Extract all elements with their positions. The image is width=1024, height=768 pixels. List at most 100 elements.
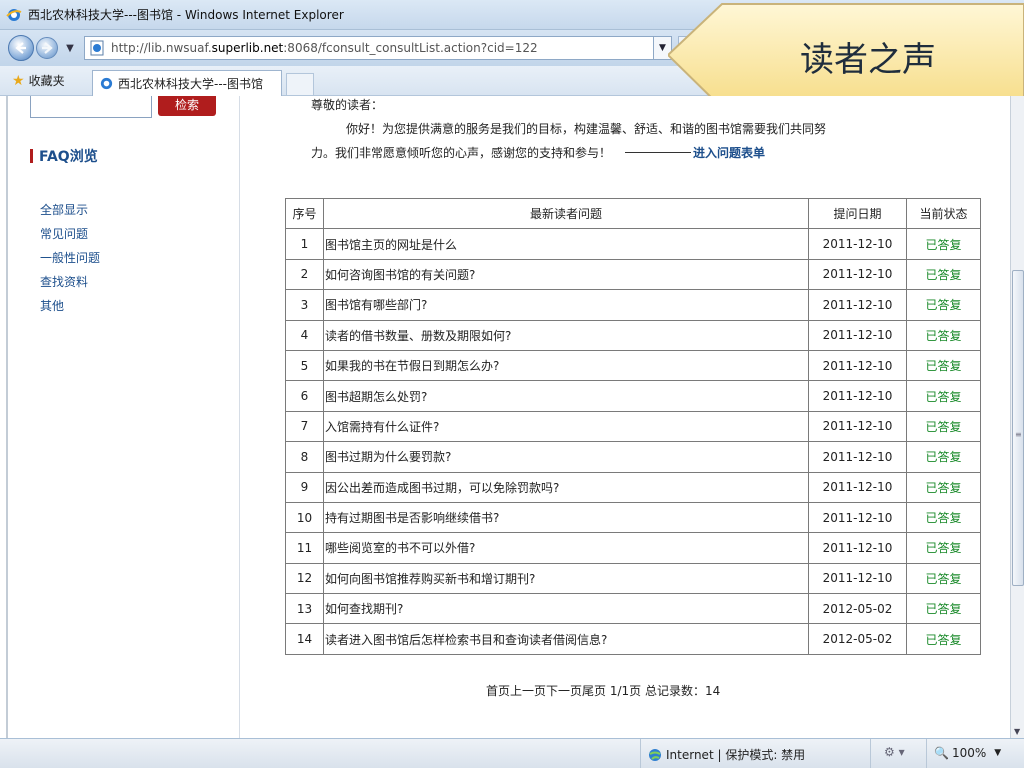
scrollbar-grip-icon: ≡ (1015, 430, 1022, 439)
callout-text: 读者之声 (800, 40, 936, 80)
question-link[interactable]: 读者的借书数量、册数及期限如何? (323, 319, 809, 351)
forward-arrow-icon (42, 42, 53, 54)
table-row: 10 持有过期图书是否影响继续借书? 2011-12-10 已答复 (285, 501, 981, 534)
vertical-scrollbar[interactable]: ≡ ▼ (1010, 96, 1024, 738)
question-link[interactable]: 图书馆主页的网址是什么 (323, 228, 809, 260)
question-link[interactable]: 图书馆有哪些部门? (323, 289, 809, 321)
address-suffix: :8068/fconsult_consultList.action?cid=12… (283, 41, 538, 55)
table-row: 13 如何查找期刊? 2012-05-02 已答复 (285, 593, 981, 625)
header-status: 当前状态 (906, 197, 981, 230)
search-input[interactable] (30, 96, 152, 118)
status-divider (640, 739, 641, 768)
row-number: 2 (285, 258, 324, 291)
status-badge: 已答复 (906, 441, 981, 473)
question-link[interactable]: 持有过期图书是否影响继续借书? (323, 501, 809, 534)
row-number: 4 (285, 319, 324, 351)
address-host: superlib.net (211, 41, 284, 55)
row-number: 1 (285, 228, 324, 260)
zoom-dropdown-icon: ▼ (994, 748, 1002, 758)
question-date: 2011-12-10 (808, 410, 907, 443)
security-zone[interactable]: Internet | 保护模式: 禁用 (648, 746, 805, 763)
question-link[interactable]: 图书超期怎么处罚? (323, 380, 809, 412)
window-title: 西北农林科技大学---图书馆 - Windows Internet Explor… (28, 8, 344, 22)
protected-mode-icon[interactable]: ⚙ ▾ (884, 745, 905, 759)
tab-library[interactable]: 西北农林科技大学---图书馆 (92, 69, 282, 96)
favorites-label: 收藏夹 (28, 74, 65, 88)
forward-button[interactable] (36, 37, 58, 59)
row-number: 6 (285, 380, 324, 412)
row-number: 12 (285, 562, 324, 595)
sidebar-edge (6, 96, 8, 738)
table-row: 2 如何咨询图书馆的有关问题? 2011-12-10 已答复 (285, 258, 981, 291)
category-all[interactable]: 全部显示 (40, 198, 100, 222)
question-link[interactable]: 如何查找期刊? (323, 593, 809, 625)
row-number: 3 (285, 289, 324, 321)
row-number: 5 (285, 349, 324, 382)
question-link[interactable]: 如果我的书在节假日到期怎么办? (323, 349, 809, 382)
table-body: 1 图书馆主页的网址是什么 2011-12-10 已答复 2 如何咨询图书馆的有关问题? 2… (285, 228, 981, 655)
table-row: 1 图书馆主页的网址是什么 2011-12-10 已答复 (285, 228, 981, 260)
status-badge: 已答复 (906, 319, 981, 351)
intro-line-2-text: 力。我们非常愿意倾听您的心声，感谢您的支持和参与！ (311, 146, 612, 160)
scrollbar-thumb[interactable] (1012, 270, 1024, 586)
question-date: 2011-12-10 (808, 471, 907, 503)
status-badge: 已答复 (906, 501, 981, 534)
ie-logo-icon (6, 8, 22, 21)
history-dropdown-icon[interactable]: ▼ (64, 43, 76, 54)
table-row: 8 图书过期为什么要罚款? 2011-12-10 已答复 (285, 441, 981, 473)
favorites-button[interactable]: ★ 收藏夹 (12, 72, 92, 89)
enter-question-form-link[interactable]: 进入问题表单 (693, 144, 765, 161)
question-date: 2011-12-10 (808, 258, 907, 291)
category-general[interactable]: 一般性问题 (40, 246, 100, 270)
table-row: 11 哪些阅览室的书不可以外借? 2011-12-10 已答复 (285, 532, 981, 564)
category-find-materials[interactable]: 查找资料 (40, 270, 100, 294)
ie-tab-icon (100, 77, 113, 89)
back-button[interactable] (8, 35, 34, 61)
status-divider (926, 739, 927, 768)
question-link[interactable]: 哪些阅览室的书不可以外借? (323, 532, 809, 564)
greeting-text: 尊敬的读者： (311, 98, 384, 112)
question-date: 2012-05-02 (808, 623, 907, 655)
question-date: 2011-12-10 (808, 349, 907, 382)
page-icon (90, 40, 104, 56)
header-no: 序号 (285, 197, 324, 230)
table-row: 7 入馆需持有什么证件? 2011-12-10 已答复 (285, 410, 981, 443)
address-bar[interactable]: http://lib.nwsuaf. superlib.net:8068/fcon… (84, 36, 654, 60)
pagination[interactable]: 首页上一页下一页尾页 1/1页 总记录数：14 (486, 682, 720, 699)
table-row: 5 如果我的书在节假日到期怎么办? 2011-12-10 已答复 (285, 349, 981, 382)
dash-line (625, 152, 692, 153)
zoom-control[interactable]: 🔍 100% ▼ (934, 746, 1001, 760)
table-row: 3 图书馆有哪些部门? 2011-12-10 已答复 (285, 289, 981, 321)
search-button[interactable]: 检索 (158, 96, 216, 116)
tab-label: 西北农林科技大学---图书馆 (118, 76, 263, 91)
status-badge: 已答复 (906, 562, 981, 595)
question-link[interactable]: 读者进入图书馆后怎样检索书目和查询读者借阅信息? (323, 623, 809, 655)
question-link[interactable]: 图书过期为什么要罚款? (323, 441, 809, 473)
question-date: 2011-12-10 (808, 441, 907, 473)
question-link[interactable]: 入馆需持有什么证件? (323, 410, 809, 443)
page-content: 检索 FAQ浏览 全部显示 常见问题 一般性问题 查找资料 其他 尊敬的读者： … (0, 96, 1010, 738)
question-link[interactable]: 如何咨询图书馆的有关问题? (323, 258, 809, 291)
question-date: 2011-12-10 (808, 380, 907, 412)
category-other[interactable]: 其他 (40, 294, 100, 318)
category-common[interactable]: 常见问题 (40, 222, 100, 246)
row-number: 11 (285, 532, 324, 564)
intro-line-1: 你好！为您提供满意的服务是我们的目标，构建温馨、舒适、和谐的图书馆需要我们共同努 (346, 122, 827, 136)
zoom-icon: 🔍 (934, 746, 949, 760)
question-date: 2011-12-10 (808, 532, 907, 564)
globe-icon (649, 748, 661, 761)
question-date: 2011-12-10 (808, 501, 907, 534)
callout-banner: 读者之声 (668, 0, 1024, 110)
status-badge: 已答复 (906, 349, 981, 382)
table-row: 12 如何向图书馆推荐购买新书和增订期刊? 2011-12-10 已答复 (285, 562, 981, 595)
scroll-down-icon[interactable]: ▼ (1014, 727, 1020, 736)
new-tab-button[interactable] (286, 72, 314, 95)
status-badge: 已答复 (906, 410, 981, 443)
row-number: 7 (285, 410, 324, 443)
question-link[interactable]: 因公出差而造成图书过期，可以免除罚款吗? (323, 471, 809, 503)
status-badge: 已答复 (906, 471, 981, 503)
table-header-row: 序号 最新读者问题 提问日期 当前状态 (285, 197, 981, 230)
status-badge: 已答复 (906, 380, 981, 412)
question-date: 2012-05-02 (808, 593, 907, 625)
question-link[interactable]: 如何向图书馆推荐购买新书和增订期刊? (323, 562, 809, 595)
